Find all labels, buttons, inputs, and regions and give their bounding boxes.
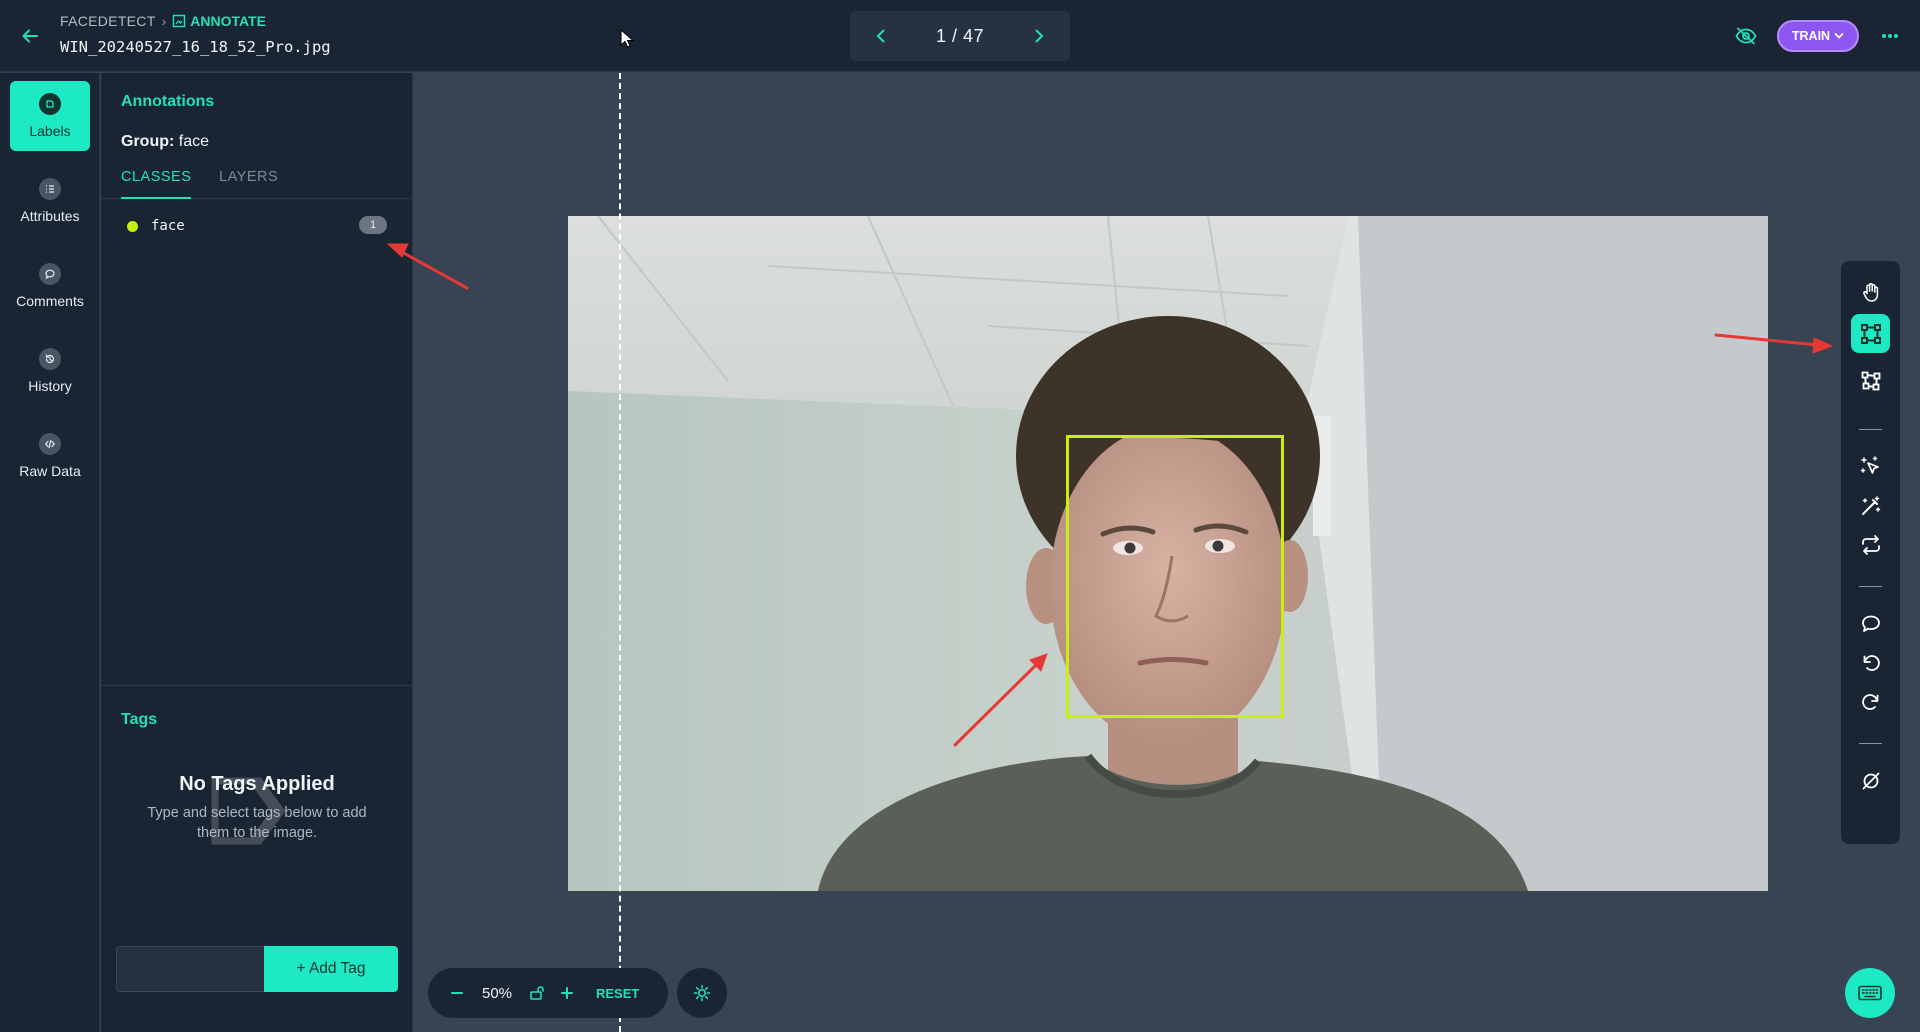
smart-select-tool[interactable] — [1851, 446, 1890, 485]
zoom-lock-button[interactable] — [522, 978, 552, 1008]
redo-icon — [1861, 693, 1878, 710]
label-icon — [39, 93, 61, 115]
mouse-cursor-icon — [620, 28, 635, 54]
zoom-out-button[interactable] — [442, 978, 472, 1008]
chevron-down-icon — [1834, 33, 1844, 39]
zoom-controls: 50% RESET — [428, 968, 668, 1018]
rail-item-attributes[interactable]: Attributes — [10, 166, 90, 236]
rail-label: Labels — [29, 123, 71, 139]
tab-classes[interactable]: CLASSES — [121, 169, 191, 199]
class-count-badge: 1 — [359, 216, 387, 234]
brightness-button[interactable] — [677, 968, 727, 1018]
repeat-tool[interactable] — [1851, 525, 1890, 564]
rail-item-raw-data[interactable]: Raw Data — [10, 421, 90, 491]
zoom-level: 50% — [481, 984, 513, 1002]
breadcrumb-separator: › — [161, 13, 167, 29]
add-tag-button[interactable]: + Add Tag — [264, 946, 398, 992]
keyboard-shortcuts-button[interactable] — [1845, 968, 1895, 1018]
top-bar: FACEDETECT › ANNOTATE WIN_20240527_16_18… — [0, 0, 1920, 72]
annotate-icon — [173, 14, 186, 28]
pan-hand-tool[interactable] — [1851, 272, 1890, 311]
bounding-box-face[interactable] — [1066, 435, 1284, 718]
annotation-canvas[interactable] — [414, 73, 1920, 1032]
class-item-face[interactable]: face 1 — [101, 211, 413, 241]
code-icon — [39, 433, 61, 455]
back-arrow-icon[interactable] — [16, 22, 44, 50]
magic-wand-tool[interactable] — [1851, 486, 1890, 525]
tab-layers[interactable]: LAYERS — [219, 169, 289, 199]
rail-label: Attributes — [20, 208, 80, 224]
breadcrumb: FACEDETECT › ANNOTATE — [60, 13, 266, 29]
group-key: Group: — [121, 133, 175, 150]
keyboard-icon — [1858, 985, 1882, 1001]
smart-select-icon — [1860, 455, 1879, 474]
toolbar-divider — [1859, 429, 1882, 430]
comment-tool[interactable] — [1851, 604, 1890, 643]
unlock-icon — [530, 986, 544, 1000]
undo-icon — [1863, 654, 1880, 671]
class-color-dot — [127, 221, 138, 232]
rail-item-labels[interactable]: Labels — [10, 81, 90, 151]
group-value: face — [178, 133, 210, 150]
comment-icon — [39, 263, 61, 285]
panel-tabs: CLASSES LAYERS — [101, 169, 413, 199]
rail-item-comments[interactable]: Comments — [10, 251, 90, 321]
sun-icon — [693, 984, 711, 1002]
repeat-icon — [1861, 534, 1880, 555]
minus-icon — [451, 992, 463, 994]
breadcrumb-project[interactable]: FACEDETECT — [60, 13, 156, 29]
breadcrumb-current: ANNOTATE — [172, 13, 266, 29]
undo-button[interactable] — [1851, 643, 1890, 682]
train-label: TRAIN — [1791, 29, 1831, 43]
prev-image-button[interactable] — [868, 23, 894, 49]
group-label: Group: face — [121, 133, 209, 151]
left-rail: Labels Attributes Comments History Raw D… — [0, 73, 100, 1032]
redo-button[interactable] — [1851, 682, 1890, 721]
more-options-icon[interactable] — [1876, 22, 1904, 50]
train-dropdown-button[interactable]: TRAIN — [1777, 20, 1859, 52]
polygon-icon — [1861, 371, 1880, 390]
panel-title: Annotations — [121, 93, 215, 110]
image-pager: 1 / 47 — [850, 11, 1070, 61]
tags-title: Tags — [121, 711, 158, 728]
rail-label: History — [28, 378, 72, 394]
mark-null-button[interactable] — [1851, 761, 1890, 800]
reset-zoom-button[interactable]: RESET — [596, 986, 639, 1001]
null-icon — [1862, 772, 1879, 789]
class-name: face — [151, 218, 185, 234]
history-icon — [39, 348, 61, 370]
bounding-box-icon — [1860, 323, 1881, 344]
tool-palette — [1841, 261, 1900, 844]
hide-annotations-icon[interactable] — [1733, 23, 1759, 49]
no-tags-description: Type and select tags below to add them t… — [147, 805, 367, 841]
polygon-tool[interactable] — [1851, 361, 1890, 400]
bbox-layer — [568, 216, 1768, 891]
rail-label: Raw Data — [19, 463, 81, 479]
toolbar-divider — [1859, 743, 1882, 744]
comment-icon — [1861, 615, 1880, 632]
list-icon — [39, 178, 61, 200]
annotations-panel: Annotations Group: face CLASSES LAYERS f… — [101, 73, 413, 1032]
rail-item-history[interactable]: History — [10, 336, 90, 406]
file-name: WIN_20240527_16_18_52_Pro.jpg — [60, 38, 331, 56]
bounding-box-tool[interactable] — [1851, 314, 1890, 353]
plus-icon — [561, 987, 573, 999]
rail-label: Comments — [16, 293, 84, 309]
page-indicator: 1 / 47 — [935, 25, 985, 46]
pan-hand-icon — [1862, 282, 1878, 302]
no-tags-title: No Tags Applied — [179, 773, 335, 795]
next-image-button[interactable] — [1026, 23, 1052, 49]
toolbar-divider — [1859, 586, 1882, 587]
breadcrumb-section: ANNOTATE — [190, 13, 266, 29]
magic-wand-icon — [1861, 495, 1880, 515]
zoom-in-button[interactable] — [552, 978, 582, 1008]
tag-input[interactable] — [116, 946, 264, 992]
tags-section: Tags No Tags Applied Type and select tag… — [101, 685, 413, 1032]
